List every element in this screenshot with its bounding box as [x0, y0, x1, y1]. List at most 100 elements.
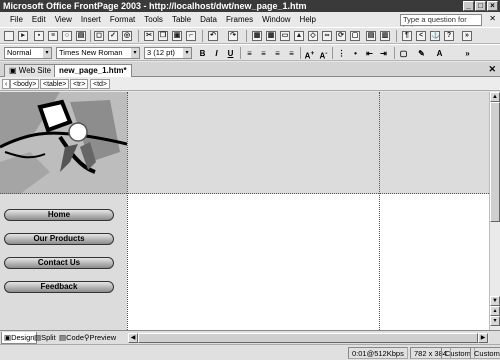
tag-body[interactable]: <body>	[10, 79, 40, 89]
web-site-icon: ▣	[9, 66, 19, 75]
insert-layer-icon[interactable]: ▭	[280, 31, 290, 41]
toolbar-options-icon[interactable]: »	[462, 48, 473, 59]
menu-edit[interactable]: Edit	[32, 15, 46, 24]
nav-button-contact-us[interactable]: Contact Us	[4, 257, 114, 269]
close-icon[interactable]: ✕	[488, 64, 496, 75]
close-document-icon[interactable]: ✕	[489, 14, 496, 23]
highlight-icon[interactable]: ✎	[416, 48, 427, 59]
page-editing-area[interactable]: Home Our Products Contact Us Feedback	[0, 92, 489, 330]
close-button[interactable]: ×	[487, 1, 498, 11]
borders-icon[interactable]: ▢	[398, 48, 409, 59]
open-icon[interactable]: ▸	[18, 31, 28, 41]
tag-td[interactable]: <td>	[90, 79, 111, 89]
minimize-button[interactable]: _	[463, 1, 474, 11]
search-icon[interactable]: ○	[62, 31, 72, 41]
bullets-icon[interactable]: •	[350, 48, 361, 59]
previous-page-icon[interactable]: ▴	[490, 306, 500, 316]
scroll-left-icon[interactable]: ◀	[128, 333, 138, 343]
insert-picture-icon[interactable]: ▲	[294, 31, 304, 41]
new-page-icon[interactable]	[4, 31, 14, 41]
menu-table[interactable]: Table	[172, 15, 191, 24]
tab-label: Preview	[89, 333, 117, 342]
scroll-up-icon[interactable]: ▲	[490, 92, 500, 102]
menu-data[interactable]: Data	[200, 15, 217, 24]
scroll-thumb[interactable]	[138, 333, 478, 343]
code-icon[interactable]: <	[416, 31, 426, 41]
justify-icon[interactable]: ≡	[286, 48, 297, 59]
tab-new-page[interactable]: new_page_1.htm*	[54, 64, 132, 77]
status-bar: 0:01@512Kbps 782 x 384 Custom Custom	[0, 344, 500, 360]
scroll-right-icon[interactable]: ▶	[478, 333, 488, 343]
insert-table-icon[interactable]: ▦	[266, 31, 276, 41]
spelling-icon[interactable]: ✓	[108, 31, 118, 41]
font-size-select[interactable]: 3 (12 pt) ▾	[144, 47, 192, 59]
font-select[interactable]: Times New Roman ▾	[56, 47, 140, 59]
align-center-icon[interactable]: ≡	[258, 48, 269, 59]
tab-label: Split	[41, 333, 56, 342]
stop-icon[interactable]: ▢	[350, 31, 360, 41]
scroll-down-icon[interactable]: ▼	[490, 296, 500, 306]
menu-insert[interactable]: Insert	[81, 15, 101, 24]
help-icon[interactable]: ?	[444, 31, 454, 41]
tag-table[interactable]: <table>	[40, 79, 70, 89]
anchor-icon[interactable]: ⚓	[430, 31, 440, 41]
decrease-font-icon[interactable]: A-	[318, 48, 329, 61]
save-icon[interactable]: ▪	[34, 31, 44, 41]
print-preview-icon[interactable]: ◻	[94, 31, 104, 41]
drawing-icon[interactable]: ◇	[308, 31, 318, 41]
horizontal-scrollbar[interactable]: ◀ ▶	[128, 333, 489, 343]
scroll-thumb[interactable]	[490, 102, 500, 222]
nav-button-home[interactable]: Home	[4, 209, 114, 221]
decrease-indent-icon[interactable]: ⇤	[364, 48, 375, 59]
tag-tr[interactable]: <tr>	[70, 79, 89, 89]
numbering-icon[interactable]: ⋮	[336, 48, 347, 59]
menu-frames[interactable]: Frames	[226, 15, 253, 24]
logo-image	[0, 92, 127, 194]
tab-split[interactable]: ▤Split	[32, 332, 58, 344]
menu-view[interactable]: View	[55, 15, 72, 24]
redo-icon[interactable]: ↷	[228, 31, 238, 41]
preview-in-browser-icon[interactable]: ◎	[122, 31, 132, 41]
print-icon[interactable]: ▤	[76, 31, 86, 41]
next-page-icon[interactable]: ▾	[490, 316, 500, 326]
standard-toolbar: ▸ ▪ ≡ ○ ▤ ◻ ✓ ◎ ✂ ❐ ▣ ⌐ ↶ ↷ ▦ ▦ ▭ ▲ ◇ ∞ …	[0, 27, 500, 44]
publish-icon[interactable]: ≡	[48, 31, 58, 41]
tab-preview[interactable]: ⚲Preview	[82, 332, 118, 344]
increase-indent-icon[interactable]: ⇥	[378, 48, 389, 59]
tab-web-site[interactable]: ▣ Web Site	[4, 64, 57, 77]
tab-label: Web Site	[18, 66, 52, 75]
schema-mode[interactable]: Custom	[470, 347, 500, 359]
bold-button[interactable]: B	[197, 48, 208, 59]
hyperlink-icon[interactable]: ∞	[322, 31, 332, 41]
font-color-icon[interactable]: A	[434, 48, 445, 59]
show-all-icon[interactable]: ¶	[402, 31, 412, 41]
cut-icon[interactable]: ✂	[144, 31, 154, 41]
menu-tools[interactable]: Tools	[144, 15, 163, 24]
increase-font-icon[interactable]: A+	[304, 48, 315, 61]
toolbar-options-icon[interactable]: »	[462, 31, 472, 41]
undo-icon[interactable]: ↶	[208, 31, 218, 41]
style-select[interactable]: Normal ▾	[4, 47, 52, 59]
copy-icon[interactable]: ❐	[158, 31, 168, 41]
menu-format[interactable]: Format	[110, 15, 135, 24]
menu-file[interactable]: File	[10, 15, 23, 24]
nav-button-our-products[interactable]: Our Products	[4, 233, 114, 245]
menu-window[interactable]: Window	[262, 15, 290, 24]
align-left-icon[interactable]: ≡	[244, 48, 255, 59]
font-select-value: Times New Roman	[59, 48, 123, 57]
navigation-pane-icon[interactable]: ▥	[380, 31, 390, 41]
refresh-icon[interactable]: ⟳	[336, 31, 346, 41]
formatting-toolbar: Normal ▾ Times New Roman ▾ 3 (12 pt) ▾ B…	[0, 44, 500, 61]
nav-button-feedback[interactable]: Feedback	[4, 281, 114, 293]
web-component-icon[interactable]: ▦	[252, 31, 262, 41]
maximize-button[interactable]: □	[475, 1, 486, 11]
paste-icon[interactable]: ▣	[172, 31, 182, 41]
help-search-input[interactable]: Type a question for help	[400, 14, 482, 34]
format-painter-icon[interactable]: ⌐	[186, 31, 196, 41]
underline-button[interactable]: U	[225, 48, 236, 59]
folder-list-icon[interactable]: ▤	[366, 31, 376, 41]
menu-help[interactable]: Help	[300, 15, 316, 24]
italic-button[interactable]: I	[211, 48, 222, 59]
vertical-scrollbar[interactable]: ▲ ▼ ▴ ▾	[489, 92, 500, 330]
align-right-icon[interactable]: ≡	[272, 48, 283, 59]
